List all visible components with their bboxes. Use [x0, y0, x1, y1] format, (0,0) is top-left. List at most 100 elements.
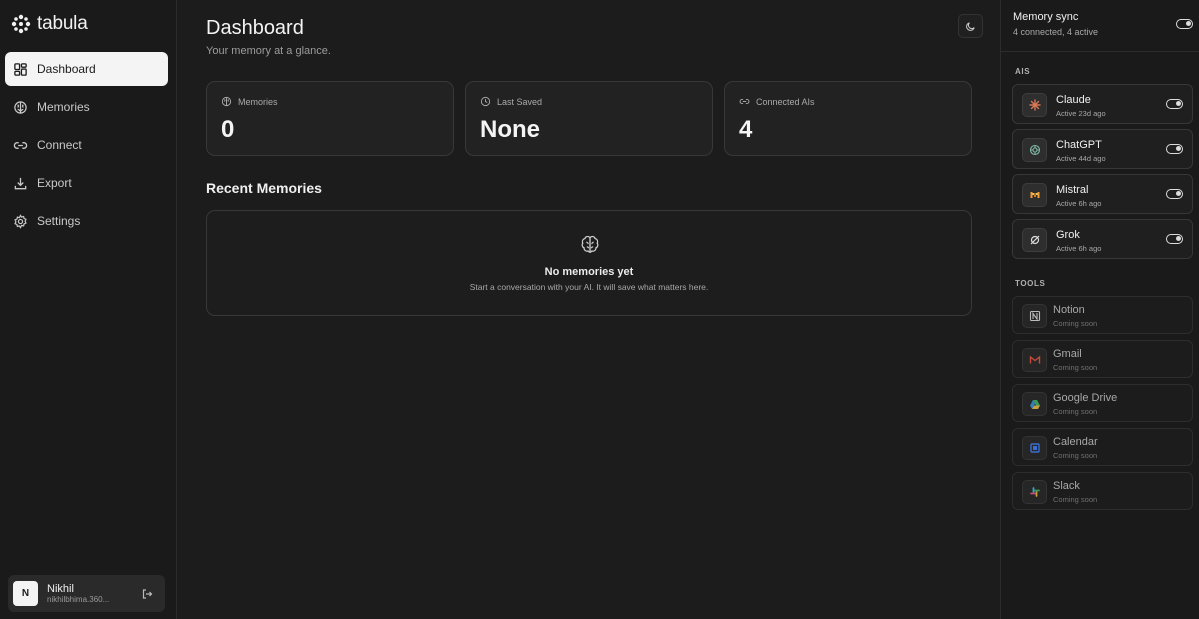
ai-icon-box [1022, 228, 1047, 252]
ai-connection-chatgpt[interactable]: ChatGPT Active 44d ago [1012, 129, 1193, 169]
tool-name: Gmail [1053, 348, 1082, 360]
sidebar-nav: Dashboard Memories Connect Export Settin… [5, 52, 168, 242]
clock-icon [480, 96, 491, 107]
slack-icon [1029, 487, 1040, 497]
user-email: nikhilbhima.360... [47, 595, 110, 604]
ai-connection-claude[interactable]: Claude Active 23d ago [1012, 84, 1193, 124]
stat-value: 4 [739, 116, 753, 143]
tool-name: Calendar [1053, 436, 1098, 448]
stat-header: Last Saved [480, 96, 542, 107]
tool-icon-box [1022, 436, 1047, 460]
sidebar-item-connect[interactable]: Connect [5, 128, 168, 162]
sidebar-item-dashboard[interactable]: Dashboard [5, 52, 168, 86]
stat-value: 0 [221, 116, 235, 143]
dashboard-icon [14, 62, 27, 76]
sidebar: tabula Dashboard Memories Connect Export… [0, 0, 177, 619]
logout-button[interactable] [140, 587, 154, 601]
ai-status: Active 23d ago [1056, 109, 1106, 118]
theme-toggle-button[interactable] [958, 14, 983, 38]
memory-sync-toggle[interactable] [1176, 19, 1193, 29]
tool-icon-box [1022, 348, 1047, 372]
ai-toggle-mistral[interactable] [1166, 189, 1183, 199]
gear-icon [14, 213, 27, 229]
link-icon [13, 141, 28, 149]
ai-status: Active 6h ago [1056, 199, 1102, 208]
tool-connection-google-drive: Google Drive Coming soon [1012, 384, 1193, 422]
app-logo[interactable]: tabula [11, 13, 88, 35]
tool-connection-slack: Slack Coming soon [1012, 472, 1193, 510]
grok-icon [1030, 235, 1039, 245]
chatgpt-icon [1029, 144, 1040, 156]
tool-name: Google Drive [1053, 392, 1118, 404]
page-title: Dashboard [206, 17, 304, 39]
stat-card-memories: Memories 0 [206, 81, 454, 156]
sidebar-item-label: Export [37, 176, 72, 190]
empty-state: No memories yet Start a conversation wit… [206, 210, 972, 316]
stat-label: Memories [238, 96, 278, 107]
gmail-icon [1029, 355, 1040, 364]
stat-header: Memories [221, 96, 278, 107]
ai-name: Claude [1056, 94, 1091, 106]
download-icon [14, 177, 27, 189]
sidebar-item-memories[interactable]: Memories [5, 90, 168, 124]
ai-toggle-grok[interactable] [1166, 234, 1183, 244]
link-icon [739, 98, 750, 105]
ai-icon-box [1022, 93, 1047, 117]
tool-status: Coming soon [1053, 407, 1098, 416]
logout-icon [142, 588, 153, 599]
ai-name: Grok [1056, 229, 1080, 241]
app-name: tabula [37, 13, 88, 34]
tool-name: Notion [1053, 304, 1085, 316]
ai-status: Active 44d ago [1056, 154, 1106, 163]
stat-header: Connected AIs [739, 96, 815, 107]
sidebar-item-label: Connect [37, 138, 82, 152]
tool-status: Coming soon [1053, 363, 1098, 372]
sidebar-item-label: Dashboard [37, 62, 96, 76]
sidebar-item-label: Memories [37, 100, 90, 114]
notion-icon [1029, 310, 1040, 322]
google-drive-icon [1029, 400, 1040, 409]
ai-status: Active 6h ago [1056, 244, 1102, 253]
ai-connection-mistral[interactable]: Mistral Active 6h ago [1012, 174, 1193, 214]
tool-status: Coming soon [1053, 495, 1098, 504]
ai-connection-grok[interactable]: Grok Active 6h ago [1012, 219, 1193, 259]
user-name: Nikhil [47, 583, 74, 595]
avatar: N [13, 581, 38, 606]
stat-value: None [480, 116, 540, 143]
tool-name: Slack [1053, 480, 1080, 492]
brain-icon [581, 235, 599, 253]
ai-name: ChatGPT [1056, 139, 1102, 151]
mistral-icon [1030, 192, 1039, 198]
ai-icon-box [1022, 138, 1047, 162]
tool-icon-box [1022, 304, 1047, 328]
ai-toggle-claude[interactable] [1166, 99, 1183, 109]
stat-label: Connected AIs [756, 96, 815, 107]
user-card[interactable]: N Nikhil nikhilbhima.360... [8, 575, 165, 612]
tool-connection-notion: Notion Coming soon [1012, 296, 1193, 334]
ais-section-label: AIS [1015, 67, 1031, 76]
tool-connection-calendar: Calendar Coming soon [1012, 428, 1193, 466]
empty-state-title: No memories yet [544, 266, 634, 278]
calendar-icon [1029, 443, 1040, 453]
tabula-logo-icon [11, 14, 31, 34]
tool-connection-gmail: Gmail Coming soon [1012, 340, 1193, 378]
page-subtitle: Your memory at a glance. [206, 45, 331, 57]
recent-memories-title: Recent Memories [206, 180, 322, 196]
stat-card-connected-ais: Connected AIs 4 [724, 81, 972, 156]
moon-icon [966, 21, 975, 31]
sidebar-item-export[interactable]: Export [5, 166, 168, 200]
connections-panel: Memory sync 4 connected, 4 active AIS Cl… [1000, 0, 1199, 619]
tool-icon-box [1022, 480, 1047, 504]
ai-icon-box [1022, 183, 1047, 207]
ai-toggle-chatgpt[interactable] [1166, 144, 1183, 154]
stat-label: Last Saved [497, 96, 543, 107]
user-info: Nikhil nikhilbhima.360... [47, 583, 132, 604]
main-content: Dashboard Your memory at a glance. Memor… [178, 0, 1000, 619]
tool-status: Coming soon [1053, 451, 1098, 460]
claude-icon [1028, 99, 1041, 111]
ai-name: Mistral [1056, 184, 1089, 196]
brain-icon [14, 100, 27, 114]
memory-sync-title: Memory sync [1013, 11, 1079, 23]
sidebar-item-settings[interactable]: Settings [5, 204, 168, 238]
memory-sync-subtitle: 4 connected, 4 active [1013, 27, 1099, 37]
